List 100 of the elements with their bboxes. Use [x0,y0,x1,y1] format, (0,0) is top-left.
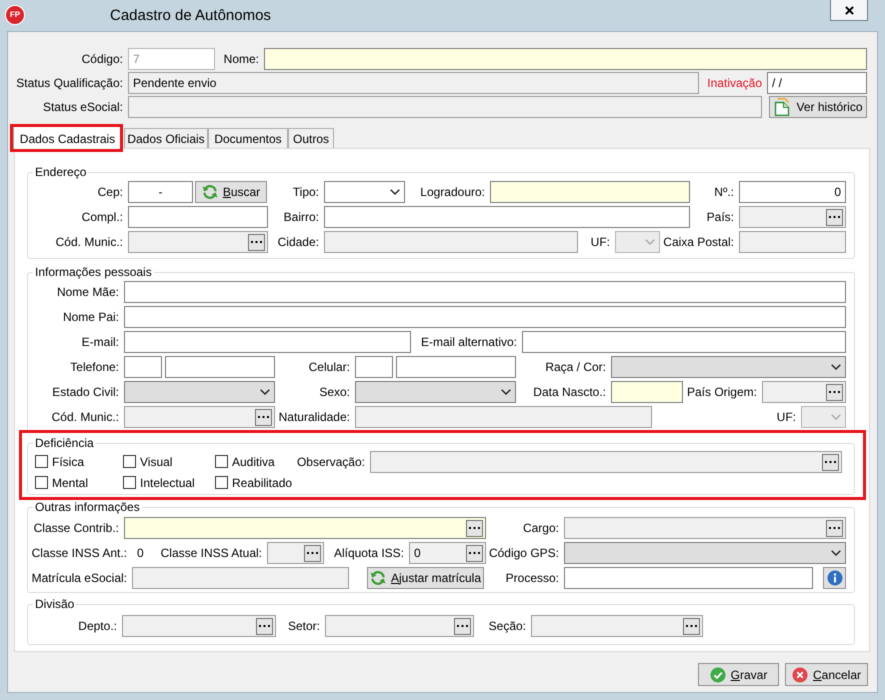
text-field[interactable] [739,231,846,253]
group-title: Divisão [34,597,76,611]
text-field[interactable] [611,381,683,403]
checkbox-label[interactable]: Intelectual [140,476,195,490]
text-field[interactable] [124,356,162,378]
text-field[interactable] [132,567,349,589]
field-label: Raça / Cor: [545,360,606,374]
lookup-button[interactable] [256,618,273,634]
text-field[interactable] [396,356,516,378]
lookup-button[interactable] [248,234,265,250]
refresh-icon [202,184,218,200]
lookup-button[interactable] [255,408,272,426]
group-title: Informações pessoais [34,265,153,279]
text-field[interactable] [264,48,867,70]
close-button[interactable] [830,0,868,21]
text-field[interactable] [124,306,846,328]
field-label: Nº.: [714,185,734,199]
lookup-field[interactable] [128,231,268,253]
text-field[interactable]: - [128,181,193,203]
lookup-field[interactable] [739,206,846,228]
cancel-button[interactable]: Cancelar [785,663,868,686]
text-field[interactable] [490,181,690,203]
lookup-button[interactable] [466,544,483,562]
field-label: Status eSocial: [42,100,123,114]
text-field[interactable] [324,206,690,228]
checkbox[interactable] [35,455,48,468]
tab[interactable]: Dados Cadastrais [13,126,122,150]
field-label: E-mail: [82,335,119,349]
lookup-button[interactable] [822,454,839,470]
dropdown-field[interactable] [355,381,516,403]
lookup-field[interactable] [124,517,486,539]
lookup-field[interactable] [370,451,842,473]
info-button[interactable] [823,567,846,589]
lookup-button[interactable] [454,618,471,634]
text-field[interactable] [128,96,762,118]
checkbox-label[interactable]: Visual [140,454,172,468]
checkbox[interactable] [215,455,228,468]
lookup-button[interactable] [466,520,483,536]
lookup-button[interactable] [826,384,843,400]
field-label: Código GPS: [488,546,559,560]
dropdown-field[interactable] [611,356,846,378]
text-field[interactable] [324,231,578,253]
lookup-field[interactable] [762,381,846,403]
history-button[interactable]: Ver histórico [769,96,867,118]
field-label: Classe Contrib.: [34,521,119,535]
field-label: Depto.: [78,619,117,633]
checkbox[interactable] [123,455,136,468]
field-label: UF: [590,235,610,249]
lookup-button[interactable] [683,618,700,634]
text-field[interactable] [124,281,846,303]
checkbox[interactable] [35,476,48,489]
field-label: Logradouro: [420,185,485,199]
save-button[interactable]: Gravar [698,663,779,686]
refresh-icon [370,570,386,586]
tab[interactable]: Documentos [208,128,288,148]
tab[interactable]: Dados Oficiais [124,128,208,148]
text-field[interactable] [355,356,393,378]
text-field[interactable]: Pendente envio [128,72,699,94]
field-label: Caixa Postal: [663,235,734,249]
checkbox-label[interactable]: Reabilitado [232,476,292,490]
lookup-field[interactable] [267,542,324,564]
lookup-field[interactable] [122,615,276,637]
lookup-button[interactable] [304,544,321,562]
lookup-button[interactable] [826,520,843,536]
field-label: Cód. Munic.: [52,410,119,424]
text-field[interactable] [124,331,411,353]
field-label: Código: [82,52,123,66]
dropdown-field[interactable] [124,381,275,403]
lookup-button[interactable] [826,208,843,226]
chevron-down-icon [831,364,841,370]
dropdown-field[interactable] [564,542,846,564]
dropdown-field[interactable] [324,181,405,203]
text-field[interactable] [165,356,275,378]
action-button[interactable]: Buscar [195,181,267,203]
checkbox-label[interactable]: Auditiva [232,454,275,468]
checkbox-label[interactable]: Mental [52,476,88,490]
action-button[interactable]: Ajustar matrícula [367,567,484,589]
field-label: Data Nascto.: [533,385,606,399]
text-field[interactable] [355,406,652,428]
lookup-field[interactable]: 0 [409,542,486,564]
text-field[interactable]: / / [767,72,867,94]
lookup-field[interactable] [531,615,703,637]
text-field[interactable] [564,567,813,589]
checkbox-label[interactable]: Física [52,454,84,468]
field-label: Observação: [296,455,365,469]
field-label: Nome: [224,52,259,66]
text-field[interactable] [522,331,846,353]
checkbox[interactable] [123,476,136,489]
text-field[interactable]: 0 [739,181,846,203]
lookup-field[interactable] [564,517,846,539]
chevron-down-icon [390,189,400,195]
lookup-field[interactable] [325,615,474,637]
text-field[interactable] [128,206,268,228]
x-circle-icon [792,666,808,682]
field-label: Inativação [707,76,762,90]
chevron-down-icon [501,389,511,395]
tab[interactable]: Outros [288,128,334,148]
lookup-field[interactable] [124,406,275,428]
field-label: Setor: [288,619,320,633]
checkbox[interactable] [215,476,228,489]
